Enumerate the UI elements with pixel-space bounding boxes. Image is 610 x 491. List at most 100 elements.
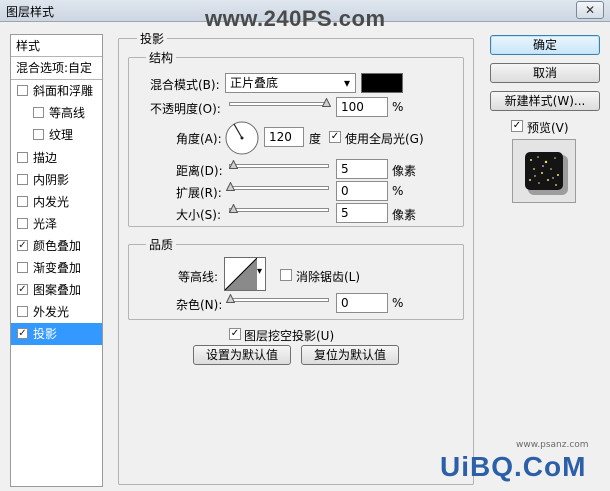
watermark-text: www.240PS.com bbox=[205, 6, 386, 31]
checkbox[interactable] bbox=[33, 129, 44, 140]
list-item-inner-shadow[interactable]: 内阴影 bbox=[11, 169, 102, 191]
checkbox[interactable]: ✓ bbox=[17, 284, 28, 295]
list-item-label: 图案叠加 bbox=[33, 283, 82, 297]
list-item-label: 内阴影 bbox=[33, 173, 70, 187]
distance-slider-thumb[interactable] bbox=[229, 160, 238, 169]
checkbox[interactable] bbox=[17, 218, 28, 229]
make-default-button[interactable]: 设置为默认值 bbox=[193, 345, 291, 365]
size-input[interactable]: 5 bbox=[336, 203, 388, 223]
checkbox[interactable]: ✓ bbox=[17, 240, 28, 251]
styles-header-label: 样式 bbox=[16, 39, 41, 53]
chevron-down-icon: ▾ bbox=[257, 266, 263, 277]
noise-unit: % bbox=[392, 296, 404, 310]
reset-default-button[interactable]: 复位为默认值 bbox=[301, 345, 399, 365]
checkbox[interactable] bbox=[17, 85, 28, 96]
checkbox[interactable] bbox=[17, 196, 28, 207]
contour-picker[interactable]: ▾ bbox=[224, 257, 266, 291]
checkbox[interactable] bbox=[17, 174, 28, 185]
noise-label: 杂色(N): bbox=[176, 298, 223, 312]
distance-unit: 像素 bbox=[392, 164, 417, 178]
preview-label: 预览(V) bbox=[527, 121, 569, 135]
spread-unit: % bbox=[392, 184, 404, 198]
styles-list: 样式 混合选项:自定 斜面和浮雕 等高线 纹理 描边 内阴影 内发光 光泽 ✓ … bbox=[10, 34, 103, 487]
angle-unit: 度 bbox=[309, 132, 322, 146]
list-item-label: 颜色叠加 bbox=[33, 239, 82, 253]
blend-mode-label: 混合模式(B): bbox=[150, 78, 220, 92]
structure-title: 结构 bbox=[146, 49, 177, 66]
opacity-label: 不透明度(O): bbox=[150, 102, 221, 116]
angle-input[interactable]: 120 bbox=[264, 127, 304, 147]
distance-label: 距离(D): bbox=[176, 164, 223, 178]
spread-slider-track[interactable] bbox=[229, 186, 329, 190]
antialias-checkbox[interactable] bbox=[280, 269, 292, 281]
chevron-down-icon: ▾ bbox=[343, 76, 350, 90]
cancel-button[interactable]: 取消 bbox=[490, 63, 600, 83]
distance-slider-track[interactable] bbox=[229, 164, 329, 168]
ok-button[interactable]: 确定 bbox=[490, 35, 600, 55]
opacity-unit: % bbox=[392, 100, 404, 114]
size-label: 大小(S): bbox=[176, 208, 222, 222]
spread-input[interactable]: 0 bbox=[336, 181, 388, 201]
close-button[interactable]: ✕ bbox=[576, 1, 604, 19]
list-item-stroke[interactable]: 描边 bbox=[11, 147, 102, 169]
list-item-label: 投影 bbox=[33, 327, 58, 341]
section-title: 投影 bbox=[137, 30, 168, 47]
blend-mode-value: 正片叠底 bbox=[230, 76, 279, 90]
angle-label: 角度(A): bbox=[176, 132, 222, 146]
opacity-input[interactable]: 100 bbox=[336, 97, 388, 117]
shadow-color-swatch[interactable] bbox=[361, 73, 403, 93]
spread-slider-thumb[interactable] bbox=[226, 182, 235, 191]
brand-watermark: UiBQ.CoM bbox=[440, 451, 587, 482]
preview-checkbox[interactable]: ✓ bbox=[511, 120, 523, 132]
list-item-gradient-overlay[interactable]: 渐变叠加 bbox=[11, 257, 102, 279]
opacity-slider-thumb[interactable] bbox=[322, 98, 331, 107]
list-item-label: 光泽 bbox=[33, 217, 58, 231]
angle-dial[interactable] bbox=[224, 120, 260, 159]
noise-slider-track[interactable] bbox=[229, 298, 329, 302]
list-item-color-overlay[interactable]: ✓ 颜色叠加 bbox=[11, 235, 102, 257]
list-item-label: 外发光 bbox=[33, 305, 70, 319]
site-watermark: www.psanz.com bbox=[516, 440, 589, 450]
list-item-outer-glow[interactable]: 外发光 bbox=[11, 301, 102, 323]
noise-input[interactable]: 0 bbox=[336, 293, 388, 313]
spread-label: 扩展(R): bbox=[176, 186, 222, 200]
list-item-label: 内发光 bbox=[33, 195, 70, 209]
antialias-label: 消除锯齿(L) bbox=[296, 270, 361, 284]
contour-label: 等高线: bbox=[178, 270, 219, 284]
distance-input[interactable]: 5 bbox=[336, 159, 388, 179]
list-item-texture[interactable]: 纹理 bbox=[11, 124, 102, 146]
blend-options-item[interactable]: 混合选项:自定 bbox=[11, 57, 102, 79]
noise-slider-thumb[interactable] bbox=[226, 294, 235, 303]
list-item-label: 纹理 bbox=[49, 128, 74, 142]
blend-mode-select[interactable]: 正片叠底 ▾ bbox=[225, 73, 356, 93]
global-light-checkbox[interactable]: ✓ bbox=[329, 131, 341, 143]
checkbox[interactable] bbox=[17, 306, 28, 317]
window-title: 图层样式 bbox=[6, 5, 55, 19]
blend-options-label: 混合选项:自定 bbox=[16, 61, 93, 75]
checkbox[interactable] bbox=[33, 107, 44, 118]
new-style-button[interactable]: 新建样式(W)... bbox=[490, 91, 600, 111]
list-item-pattern-overlay[interactable]: ✓ 图案叠加 bbox=[11, 279, 102, 301]
checkbox[interactable] bbox=[17, 152, 28, 163]
size-slider-thumb[interactable] bbox=[229, 204, 238, 213]
list-item-contour[interactable]: 等高线 bbox=[11, 102, 102, 124]
checkbox[interactable] bbox=[17, 262, 28, 273]
quality-title: 品质 bbox=[146, 236, 177, 253]
list-item-satin[interactable]: 光泽 bbox=[11, 213, 102, 235]
knockout-checkbox[interactable]: ✓ bbox=[229, 328, 241, 340]
knockout-label: 图层挖空投影(U) bbox=[244, 329, 335, 343]
opacity-slider-track[interactable] bbox=[229, 102, 329, 106]
checkbox[interactable]: ✓ bbox=[17, 328, 28, 339]
size-slider-track[interactable] bbox=[229, 208, 329, 212]
list-item-bevel[interactable]: 斜面和浮雕 bbox=[11, 80, 102, 102]
global-light-label: 使用全局光(G) bbox=[345, 132, 424, 146]
list-item-label: 渐变叠加 bbox=[33, 261, 82, 275]
list-item-label: 等高线 bbox=[49, 106, 86, 120]
list-item-label: 描边 bbox=[33, 151, 58, 165]
list-item-label: 斜面和浮雕 bbox=[33, 84, 94, 98]
preview-thumbnail bbox=[512, 139, 576, 203]
list-item-drop-shadow[interactable]: ✓ 投影 bbox=[11, 323, 102, 345]
size-unit: 像素 bbox=[392, 208, 417, 222]
list-item-inner-glow[interactable]: 内发光 bbox=[11, 191, 102, 213]
styles-header[interactable]: 样式 bbox=[11, 35, 102, 57]
